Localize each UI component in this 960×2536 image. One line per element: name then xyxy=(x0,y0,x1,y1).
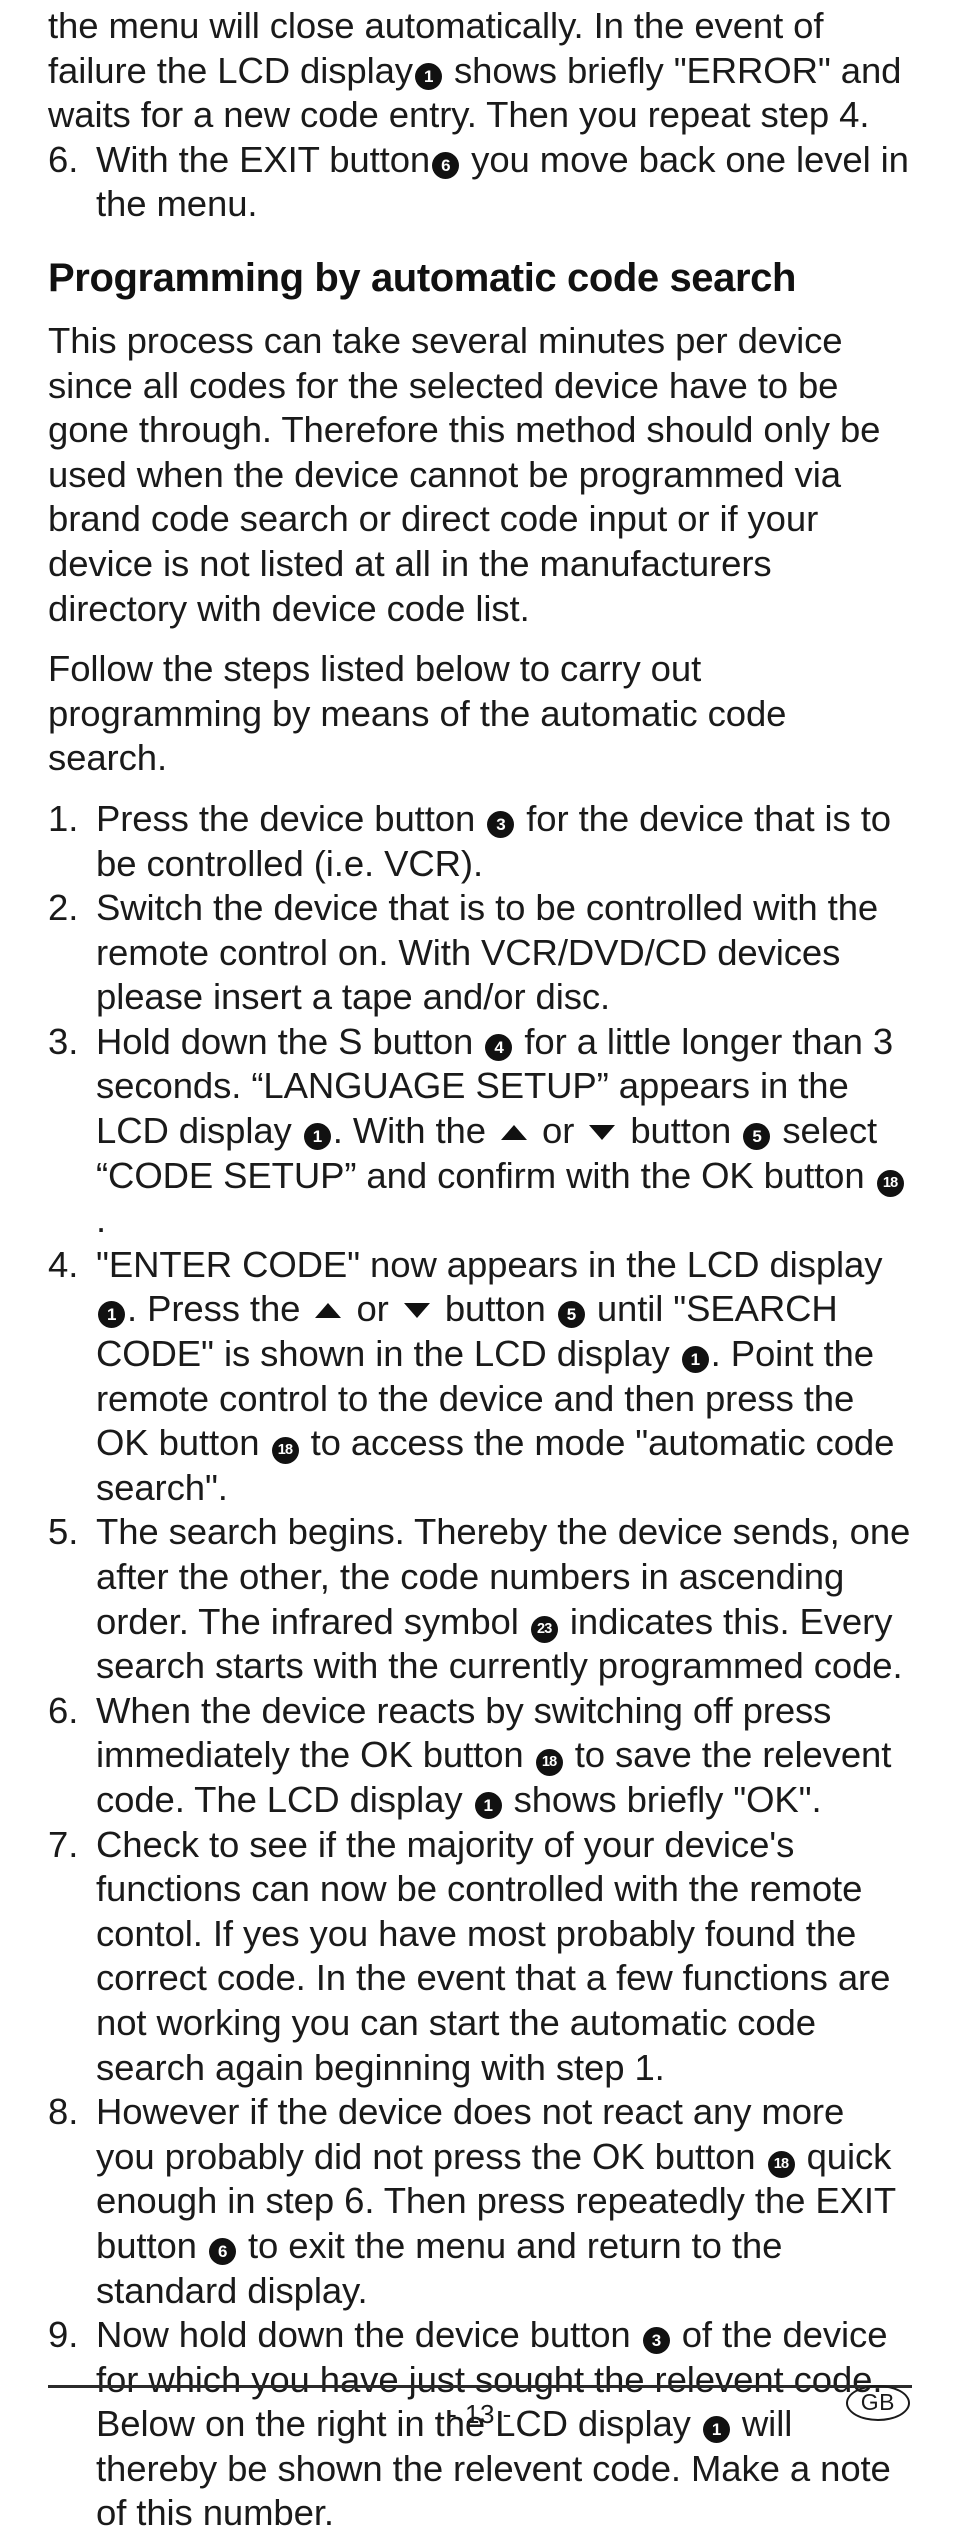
step-number: 5. xyxy=(48,1511,79,1553)
ref-badge-18: 18 xyxy=(767,2150,795,2178)
list-item: 1. Press the device button 3 for the devi… xyxy=(48,797,912,886)
step-text-fragment: shows briefly "OK". xyxy=(513,1778,822,1820)
ref-badge-18: 18 xyxy=(535,1749,563,1777)
ref-badge-18: 18 xyxy=(271,1437,299,1465)
step-text-fragment: Switch the device that is to be controll… xyxy=(96,887,879,1018)
list-item: 6. When the device reacts by switching of… xyxy=(48,1689,912,1823)
ref-badge-5: 5 xyxy=(557,1301,585,1329)
page-footer: - 13 - GB xyxy=(48,2385,912,2429)
continuation-paragraph: the menu will close automatically. In th… xyxy=(48,4,912,138)
step-number: 6. xyxy=(48,138,79,180)
ref-badge-3: 3 xyxy=(487,810,515,838)
ref-badge-1: 1 xyxy=(474,1791,502,1819)
step-number: 3. xyxy=(48,1020,79,1062)
procedure-step-list: 1. Press the device button 3 for the devi… xyxy=(48,797,912,2536)
page-title: Programming by automatic code search xyxy=(48,255,797,300)
step-text-fragment: . With the xyxy=(332,1110,486,1152)
step-text-fragment: . xyxy=(96,1199,107,1241)
ref-badge-6: 6 xyxy=(208,2237,236,2265)
step-text-fragment: Hold down the S button xyxy=(96,1020,474,1062)
step-number: 8. xyxy=(48,2091,79,2133)
arrow-down-icon xyxy=(589,1125,616,1141)
body-paragraph-2: Follow the steps listed below to carry o… xyxy=(48,648,787,779)
step-text-fragment: or xyxy=(356,1288,389,1330)
step-text: Hold down the S button 4 for a little lo… xyxy=(96,1020,912,1243)
ref-badge-23: 23 xyxy=(530,1615,558,1643)
step-text-fragment: Check to see if the majority of your dev… xyxy=(96,1823,891,2088)
step-number: 9. xyxy=(48,2314,79,2356)
list-item: 8. However if the device does not react a… xyxy=(48,2090,912,2313)
page-number: - 13 - xyxy=(448,2399,512,2429)
step-number: 1. xyxy=(48,797,79,839)
step-number: 7. xyxy=(48,1823,79,1865)
step-number: 6. xyxy=(48,1689,79,1731)
locale-badge-wrap: GB xyxy=(845,2385,910,2421)
step-text: When the device reacts by switching off … xyxy=(96,1689,912,1823)
continuation-step-list: 6. With the EXIT button 6 you move back o… xyxy=(48,138,912,227)
step6-text-a: With the EXIT button xyxy=(96,138,431,180)
step-text-fragment: button xyxy=(444,1288,546,1330)
page-content: the menu will close automatically. In th… xyxy=(48,0,912,2536)
language-badge: GB xyxy=(845,2385,910,2421)
step-text-fragment: Press the device button xyxy=(96,797,476,839)
ref-badge-4: 4 xyxy=(485,1033,513,1061)
step-text-fragment: Now hold down the device button xyxy=(96,2314,631,2356)
step-text: Check to see if the majority of your dev… xyxy=(96,1823,912,2091)
ref-badge-18: 18 xyxy=(876,1169,904,1197)
list-item: 4. "ENTER CODE" now appears in the LCD di… xyxy=(48,1243,912,1511)
step-number: 2. xyxy=(48,887,79,929)
step-text: Press the device button 3 for the device… xyxy=(96,797,912,886)
step-text-fragment: . Press the xyxy=(127,1288,301,1330)
ref-badge-3: 3 xyxy=(642,2327,670,2355)
ref-badge-1: 1 xyxy=(681,1346,709,1374)
ref-badge-1: 1 xyxy=(414,62,442,90)
step-text-fragment: However if the device does not react any… xyxy=(96,2091,845,2177)
step6-text-c: menu. xyxy=(156,183,258,225)
ref-badge-5: 5 xyxy=(743,1123,771,1151)
list-item: 5. The search begins. Thereby the device … xyxy=(48,1510,912,1688)
list-item: 2. Switch the device that is to be contro… xyxy=(48,886,912,1020)
manual-page: the menu will close automatically. In th… xyxy=(0,0,960,2533)
step-text: The search begins. Thereby the device se… xyxy=(96,1510,912,1688)
ref-badge-1: 1 xyxy=(303,1123,331,1151)
step-text: Switch the device that is to be controll… xyxy=(96,886,912,1020)
step-text-fragment: or xyxy=(542,1110,575,1152)
arrow-down-icon xyxy=(403,1303,430,1319)
ref-badge-6: 6 xyxy=(432,151,460,179)
continuation-line-2a: the LCD display xyxy=(156,49,413,91)
arrow-up-icon xyxy=(500,1125,527,1141)
step-text-fragment: button xyxy=(630,1110,732,1152)
arrow-up-icon xyxy=(315,1303,342,1319)
continuation-line-3: new code entry. Then you repeat step 4. xyxy=(223,94,870,136)
list-item: 3. Hold down the S button 4 for a little … xyxy=(48,1020,912,1243)
ref-badge-1: 1 xyxy=(98,1301,125,1329)
step-text: "ENTER CODE" now appears in the LCD disp… xyxy=(96,1243,912,1511)
step-text-fragment: to exit the menu and return to the stand… xyxy=(96,2224,783,2311)
step-number: 4. xyxy=(48,1243,79,1285)
step-text-fragment: "ENTER CODE" now appears in the LCD disp… xyxy=(96,1243,883,1285)
list-item: 7. Check to see if the majority of your d… xyxy=(48,1823,912,2091)
step-text: However if the device does not react any… xyxy=(96,2090,912,2313)
body-paragraph-1: This process can take several minutes pe… xyxy=(48,319,881,629)
step-text: With the EXIT button 6 you move back one … xyxy=(96,138,912,227)
list-item: 6. With the EXIT button 6 you move back o… xyxy=(48,138,912,227)
